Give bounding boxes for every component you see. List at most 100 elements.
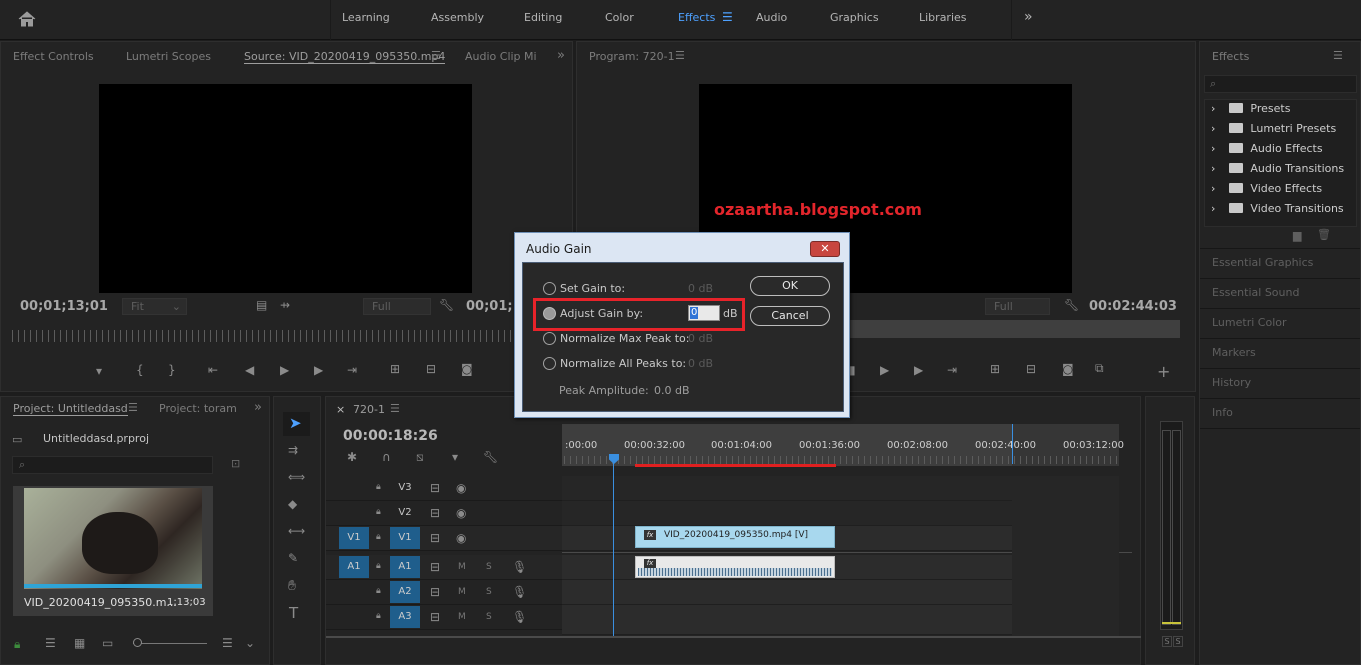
- icon-view-icon[interactable]: ▦: [74, 636, 85, 650]
- sync-lock-icon[interactable]: ⊟: [430, 585, 440, 599]
- cancel-button[interactable]: Cancel: [750, 306, 830, 326]
- timeline-settings-wrench-icon[interactable]: 🔧︎: [483, 450, 498, 464]
- ok-button[interactable]: OK: [750, 276, 830, 296]
- panel-essential-sound[interactable]: Essential Sound: [1212, 286, 1299, 299]
- sync-lock-icon[interactable]: ⊟: [430, 560, 440, 574]
- sync-lock-icon[interactable]: ⊟: [430, 610, 440, 624]
- sort-icon[interactable]: ☰: [222, 636, 233, 650]
- solo-button[interactable]: S: [486, 562, 492, 572]
- radio-normalize-all[interactable]: [543, 357, 556, 370]
- timeline-marker-icon[interactable]: ▾: [452, 450, 458, 464]
- add-button-icon[interactable]: +: [1157, 362, 1170, 381]
- tab-project-untitleddasd[interactable]: Project: Untitleddasd: [13, 402, 128, 416]
- workspace-tab-color[interactable]: Color: [605, 11, 634, 24]
- type-tool-icon[interactable]: T: [289, 604, 298, 622]
- meter-solo-right[interactable]: S: [1173, 636, 1183, 647]
- razor-tool-icon[interactable]: ◆: [288, 497, 297, 511]
- panel-history[interactable]: History: [1212, 376, 1251, 389]
- lock-icon[interactable]: 🔒︎: [376, 586, 381, 596]
- add-marker-icon[interactable]: ▾: [96, 364, 102, 378]
- workspace-overflow-icon[interactable]: »: [1024, 9, 1033, 25]
- nest-icon[interactable]: ✱: [347, 450, 357, 464]
- dialog-close-button[interactable]: ✕: [810, 241, 840, 257]
- go-to-in-icon[interactable]: ⇤: [208, 363, 218, 377]
- lock-icon[interactable]: 🔒︎: [14, 637, 20, 652]
- project-overflow-icon[interactable]: »: [254, 400, 262, 415]
- lock-icon[interactable]: 🔒︎: [376, 482, 381, 492]
- tab-source[interactable]: Source: VID_20200419_095350.mp4: [244, 50, 446, 64]
- microphone-icon[interactable]: 🎙︎: [512, 610, 527, 624]
- lift-icon[interactable]: ⊞: [990, 362, 1000, 376]
- step-back-icon[interactable]: ◀︎: [245, 363, 254, 377]
- radio-normalize-max[interactable]: [543, 332, 556, 345]
- new-bin-icon[interactable]: ▆: [1293, 229, 1301, 242]
- list-view-icon[interactable]: ☰: [45, 636, 56, 650]
- track-name-a3[interactable]: A3: [390, 606, 420, 628]
- effects-item-audio-effects[interactable]: › Audio Effects: [1211, 142, 1323, 155]
- mute-button[interactable]: M: [458, 587, 466, 597]
- slip-tool-icon[interactable]: ⟷: [288, 524, 305, 538]
- sequence-menu-icon[interactable]: ☰: [390, 402, 400, 415]
- lock-icon[interactable]: 🔒︎: [376, 507, 381, 517]
- track-name-a2[interactable]: A2: [390, 581, 420, 603]
- overwrite-icon[interactable]: ⊟: [426, 362, 436, 376]
- tab-project-toram[interactable]: Project: toram: [159, 402, 237, 415]
- hand-tool-icon[interactable]: ✋︎: [288, 578, 296, 594]
- effects-item-video-transitions[interactable]: › Video Transitions: [1211, 202, 1344, 215]
- linked-selection-icon[interactable]: ⧅: [416, 450, 424, 465]
- effects-menu-icon[interactable]: ☰: [1333, 49, 1343, 62]
- panel-overflow-icon[interactable]: »: [557, 48, 565, 63]
- track-select-tool-icon[interactable]: ⇉: [288, 443, 298, 457]
- effects-item-lumetri-presets[interactable]: › Lumetri Presets: [1211, 122, 1336, 135]
- zoom-slider[interactable]: [133, 643, 207, 644]
- mark-in-icon[interactable]: {: [136, 363, 144, 377]
- project-search-input[interactable]: ⌕: [12, 456, 213, 474]
- insert-icon[interactable]: ⊞: [390, 362, 400, 376]
- workspace-tab-graphics[interactable]: Graphics: [830, 11, 879, 24]
- track-name-a1[interactable]: A1: [390, 556, 420, 578]
- tab-audio-clip-mixer[interactable]: Audio Clip Mi: [465, 50, 537, 63]
- lock-icon[interactable]: 🔒︎: [376, 611, 381, 621]
- play-icon[interactable]: ▶︎: [280, 363, 289, 377]
- zoom-slider-handle[interactable]: [133, 638, 142, 647]
- panel-markers[interactable]: Markers: [1212, 346, 1256, 359]
- eye-icon[interactable]: ◉: [456, 506, 466, 520]
- workspace-tab-effects[interactable]: Effects: [678, 11, 715, 24]
- program-camera-icon[interactable]: ◙: [1062, 362, 1074, 376]
- mark-out-icon[interactable]: }: [168, 363, 176, 377]
- microphone-icon[interactable]: 🎙︎: [512, 560, 527, 574]
- workspace-tab-editing[interactable]: Editing: [524, 11, 562, 24]
- project-tab-menu-icon[interactable]: ☰: [128, 401, 138, 414]
- timeline-scrollbar[interactable]: [326, 636, 1141, 638]
- settings-wrench-icon[interactable]: 🔧︎: [439, 298, 454, 312]
- fit-dropdown[interactable]: Fit ⌄: [122, 298, 187, 315]
- program-settings-wrench-icon[interactable]: 🔧︎: [1064, 298, 1079, 312]
- effects-search-input[interactable]: ⌕: [1204, 75, 1357, 93]
- program-resolution-dropdown[interactable]: Full: [985, 298, 1050, 315]
- lock-icon[interactable]: 🔒︎: [376, 532, 381, 542]
- new-search-bin-icon[interactable]: ⊡: [231, 457, 240, 470]
- eye-icon[interactable]: ◉: [456, 481, 466, 495]
- solo-button[interactable]: S: [486, 587, 492, 597]
- source-patch-v1[interactable]: V1: [339, 527, 369, 549]
- program-go-to-out-icon[interactable]: ⇥: [947, 363, 957, 377]
- workspace-tab-learning[interactable]: Learning: [342, 11, 390, 24]
- tab-lumetri-scopes[interactable]: Lumetri Scopes: [126, 50, 211, 63]
- source-video-frame[interactable]: [99, 84, 472, 293]
- freeform-view-icon[interactable]: ▭: [102, 636, 113, 650]
- tab-program[interactable]: Program: 720-1: [589, 50, 675, 63]
- tab-effect-controls[interactable]: Effect Controls: [13, 50, 94, 63]
- mute-button[interactable]: M: [458, 562, 466, 572]
- program-tab-menu-icon[interactable]: ☰: [675, 49, 685, 62]
- lock-icon[interactable]: 🔒︎: [376, 561, 381, 571]
- source-timecode[interactable]: 00;01;13;01: [20, 299, 108, 314]
- workspace-tab-audio[interactable]: Audio: [756, 11, 787, 24]
- track-name-v2[interactable]: V2: [390, 502, 420, 524]
- snap-icon[interactable]: ∩: [382, 450, 391, 464]
- workspace-menu-icon[interactable]: ☰: [722, 10, 733, 24]
- go-to-out-icon[interactable]: ⇥: [347, 363, 357, 377]
- mute-button[interactable]: M: [458, 612, 466, 622]
- effects-item-audio-transitions[interactable]: › Audio Transitions: [1211, 162, 1344, 175]
- tab-sequence[interactable]: 720-1: [353, 403, 385, 416]
- extract-icon[interactable]: ⊟: [1026, 362, 1036, 376]
